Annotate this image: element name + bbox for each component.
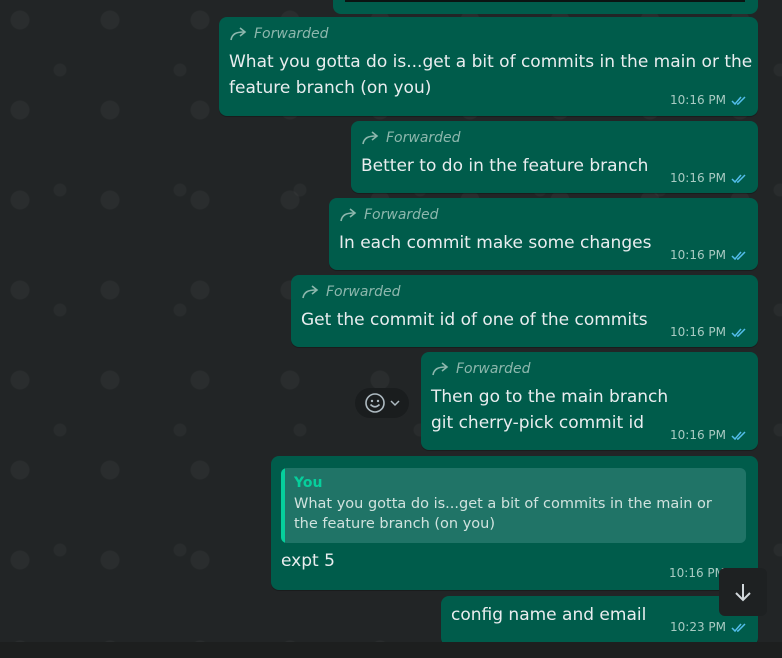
- forward-arrow-icon: [230, 27, 247, 41]
- message-text-line: Then go to the main branch: [431, 387, 669, 407]
- message-bubble[interactable]: Forwarded Get the commit id of one of th…: [291, 275, 758, 347]
- previous-message-media: [345, 0, 745, 2]
- message-text-line: git cherry-pick commit id: [431, 413, 645, 433]
- quoted-message[interactable]: You What you gotta do is...get a bit of …: [281, 468, 746, 543]
- message-meta: 10:16 PM: [670, 93, 748, 107]
- reaction-button[interactable]: [355, 388, 409, 418]
- double-check-icon: [731, 622, 746, 632]
- double-check-icon: [731, 95, 746, 105]
- forward-arrow-icon: [302, 285, 319, 299]
- message-time: 10:23 PM: [670, 620, 726, 634]
- forwarded-text: Forwarded: [386, 130, 461, 146]
- double-check-icon: [731, 430, 746, 440]
- forwarded-text: Forwarded: [326, 284, 401, 300]
- message-meta: 10:16 PM: [670, 428, 748, 442]
- message-text-line: expt 5: [281, 551, 335, 571]
- message-time: 10:16 PM: [669, 566, 725, 580]
- message-bubble[interactable]: Forwarded In each commit make some chang…: [329, 198, 758, 270]
- forwarded-label: Forwarded: [432, 361, 531, 377]
- forwarded-text: Forwarded: [364, 207, 439, 223]
- forwarded-text: Forwarded: [456, 361, 531, 377]
- forwarded-text: Forwarded: [254, 26, 329, 42]
- composer-bar: [0, 642, 782, 658]
- previous-message-bubble[interactable]: [333, 0, 758, 14]
- double-check-icon: [731, 327, 746, 337]
- message-meta: 10:16 PM: [670, 325, 748, 339]
- quote-text: What you gotta do is...get a bit of comm…: [294, 496, 712, 532]
- message-bubble[interactable]: Forwarded Better to do in the feature br…: [351, 121, 758, 193]
- message-time: 10:16 PM: [670, 428, 726, 442]
- scroll-to-bottom-button[interactable]: [719, 568, 767, 616]
- message-meta: 10:16 PM: [669, 566, 725, 580]
- chat-background: Forwarded What you gotta do is...get a b…: [0, 0, 782, 642]
- forwarded-label: Forwarded: [340, 207, 439, 223]
- chevron-down-icon: [390, 400, 400, 407]
- message-text-line: config name and email: [451, 605, 647, 625]
- smiley-icon: [365, 393, 385, 413]
- message-text-line: Better to do in the feature branch: [361, 156, 649, 176]
- message-bubble[interactable]: Forwarded Then go to the main branch git…: [421, 352, 758, 450]
- arrow-down-icon: [735, 584, 751, 602]
- message-time: 10:16 PM: [670, 171, 726, 185]
- message-time: 10:16 PM: [670, 248, 726, 262]
- message-time: 10:16 PM: [670, 93, 726, 107]
- message-text-line: What you gotta do is...get a bit of comm…: [229, 52, 753, 72]
- message-meta: 10:23 PM: [670, 620, 748, 634]
- message-text-line: Get the commit id of one of the commits: [301, 310, 648, 330]
- message-bubble[interactable]: Forwarded What you gotta do is...get a b…: [219, 17, 758, 116]
- message-time: 10:16 PM: [670, 325, 726, 339]
- forward-arrow-icon: [432, 362, 449, 376]
- quote-accent-bar: [281, 468, 285, 543]
- quote-author: You: [294, 475, 323, 491]
- forward-arrow-icon: [340, 208, 357, 222]
- forwarded-label: Forwarded: [362, 130, 461, 146]
- message-text-line: In each commit make some changes: [339, 233, 652, 253]
- double-check-icon: [731, 173, 746, 183]
- message-text-line: feature branch (on you): [229, 78, 432, 98]
- forwarded-label: Forwarded: [302, 284, 401, 300]
- double-check-icon: [731, 250, 746, 260]
- message-bubble[interactable]: config name and email 10:23 PM: [441, 596, 758, 642]
- forwarded-label: Forwarded: [230, 26, 329, 42]
- message-meta: 10:16 PM: [670, 171, 748, 185]
- forward-arrow-icon: [362, 131, 379, 145]
- message-meta: 10:16 PM: [670, 248, 748, 262]
